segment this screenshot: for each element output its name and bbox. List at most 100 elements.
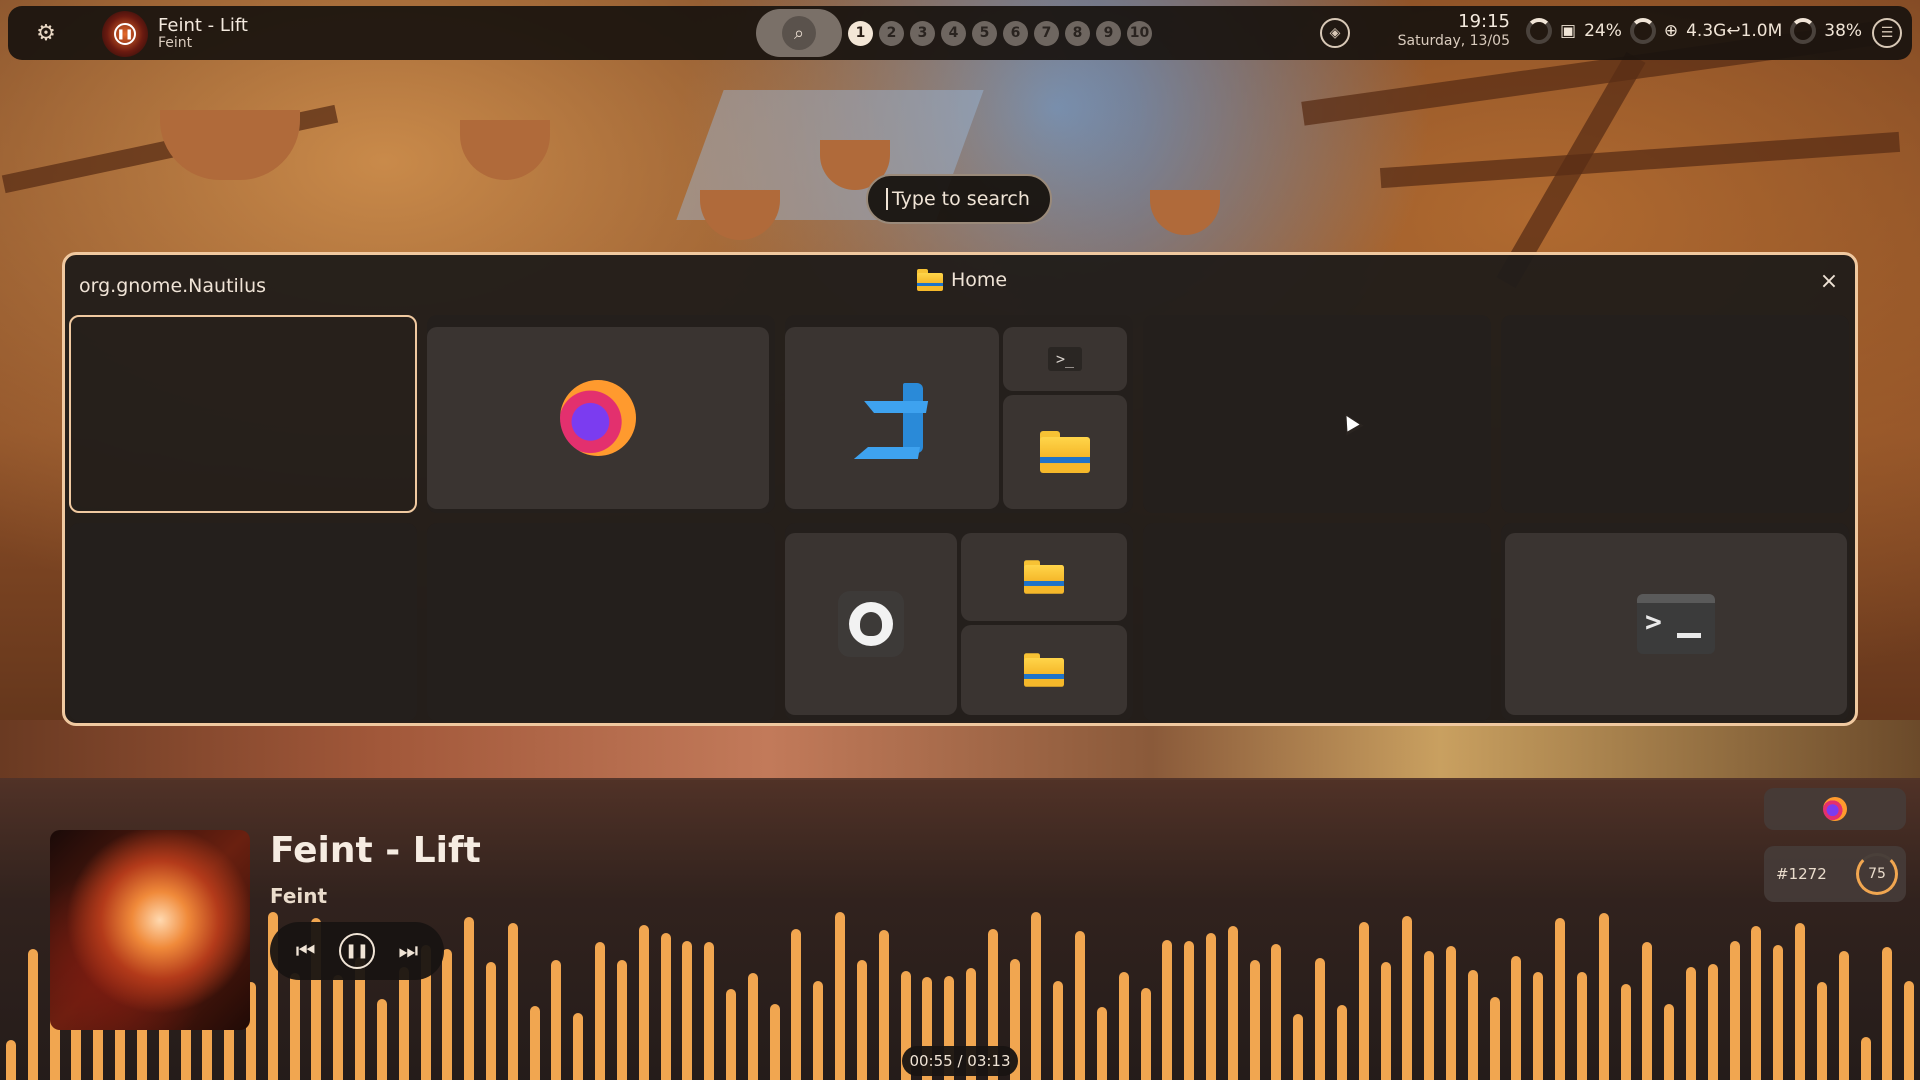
overview-button[interactable]: ⌕	[756, 9, 842, 57]
visualizer-bar	[464, 916, 475, 1080]
background-plant-pot	[700, 190, 780, 240]
visualizer-bar	[813, 981, 824, 1080]
visualizer-bar	[1118, 972, 1129, 1080]
bar-album-cover[interactable]: ❚❚	[102, 11, 148, 57]
vscode-window[interactable]	[785, 327, 999, 509]
visualizer-bar	[1904, 981, 1915, 1080]
bar-right-section: ◈ 19:15 Saturday, 13/05 ▣ 24% ⊕ 4.3G↩1.0…	[1312, 6, 1912, 60]
visualizer-bar	[27, 948, 38, 1080]
visualizer-bar	[616, 959, 627, 1080]
visualizer-bar	[1838, 950, 1849, 1080]
settings-gear-icon[interactable]: ⚙	[28, 15, 64, 51]
visualizer-bar	[1489, 996, 1500, 1080]
github-icon	[838, 591, 904, 657]
notification-widget[interactable]: #1272 75	[1764, 846, 1906, 902]
workspace-5[interactable]: 5	[972, 20, 997, 46]
workspace-9[interactable]: 9	[1096, 20, 1121, 46]
workspace-8[interactable]: 8	[1065, 20, 1090, 46]
files-window[interactable]	[1003, 395, 1127, 509]
workspace-7[interactable]: 7	[1034, 20, 1059, 46]
visualizer-bar	[1686, 966, 1696, 1080]
visualizer-bar	[1707, 964, 1718, 1080]
volume-value: 75	[1868, 866, 1886, 882]
workspace-9-preview[interactable]	[1143, 523, 1491, 721]
visualizer-bar	[1402, 916, 1413, 1080]
visualizer-bar	[1620, 983, 1631, 1080]
media-panel: Feint - Lift Feint ⏮ ❚❚ ⏭ 00:55 / 03:13 …	[0, 778, 1920, 1080]
media-title: Feint - Lift	[270, 830, 481, 871]
workspace-switcher: ⌕ 1 2 3 4 5 6 7 8 9 10	[756, 9, 1152, 57]
workspace-1-preview[interactable]	[69, 315, 417, 513]
workspace-6[interactable]: 6	[1003, 20, 1028, 46]
visualizer-bar	[769, 1004, 780, 1080]
terminal-window[interactable]: >_	[1003, 327, 1127, 391]
active-window-label: Home	[951, 269, 1008, 291]
workspace-2-preview[interactable]	[427, 315, 775, 513]
active-window-title: Home	[917, 269, 1007, 291]
visualizer-bar	[835, 911, 846, 1080]
firefox-window[interactable]	[427, 327, 769, 509]
workspace-10[interactable]: 10	[1127, 20, 1152, 46]
pause-button[interactable]: ❚❚	[338, 933, 375, 969]
bar-media-widget[interactable]: ❚❚ Feint - Lift Feint	[102, 11, 248, 57]
bar-media-title: Feint - Lift	[158, 15, 248, 37]
visualizer-bar	[486, 961, 496, 1080]
workspace-1[interactable]: 1	[848, 20, 873, 46]
visualizer-bar	[1533, 972, 1544, 1080]
workspace-6-preview[interactable]	[69, 523, 417, 721]
terminal-window[interactable]	[1505, 533, 1847, 715]
visualizer-bar	[1664, 1003, 1675, 1080]
pause-icon[interactable]: ❚❚	[114, 23, 136, 45]
memory-usage: 38%	[1824, 21, 1863, 41]
visualizer-bar	[1293, 1014, 1304, 1080]
system-resources[interactable]: ▣ 24% ⊕ 4.3G↩1.0M 38%	[1526, 18, 1862, 44]
visualizer-bar	[1053, 981, 1064, 1080]
visualizer-bar	[1642, 942, 1653, 1080]
visualizer-bar	[1446, 946, 1456, 1080]
search-input[interactable]: Type to search	[866, 174, 1052, 224]
workspace-10-preview[interactable]	[1501, 523, 1849, 721]
active-app-id: org.gnome.Nautilus	[79, 275, 267, 297]
folder-icon	[1024, 560, 1064, 594]
workspace-3[interactable]: 3	[910, 20, 935, 46]
visualizer-bar	[1249, 960, 1260, 1080]
background-garden	[0, 720, 1920, 780]
clock-time: 19:15	[1458, 11, 1510, 32]
previous-track-button[interactable]: ⏮	[288, 933, 324, 969]
workspace-3-preview[interactable]: >_	[785, 315, 1133, 513]
visualizer-bar	[442, 949, 453, 1080]
files-window[interactable]	[961, 625, 1127, 715]
volume-ring[interactable]: 75	[1856, 853, 1898, 895]
visualizer-bar	[878, 929, 889, 1080]
visualizer-bar	[1206, 932, 1216, 1080]
background-plant-pot	[460, 120, 550, 180]
visualizer-bar	[595, 942, 606, 1080]
visualizer-bar	[1729, 941, 1740, 1080]
next-track-button[interactable]: ⏭	[390, 933, 426, 969]
search-placeholder: Type to search	[892, 188, 1030, 210]
visualizer-bar	[289, 972, 300, 1080]
visualizer-bar	[1140, 987, 1151, 1080]
media-source-app[interactable]	[1764, 788, 1906, 830]
visualizer-bar	[1380, 962, 1391, 1080]
dock-toggle-icon[interactable]: ◈	[1320, 18, 1350, 48]
workspace-5-preview[interactable]	[1501, 315, 1849, 513]
sidebar-menu-icon[interactable]: ☰	[1872, 18, 1902, 48]
workspace-2[interactable]: 2	[879, 20, 904, 46]
top-bar: ⚙ ❚❚ Feint - Lift Feint ⌕ 1 2 3 4 5 6 7 …	[8, 6, 1912, 60]
files-window[interactable]	[961, 533, 1127, 621]
text-caret	[886, 188, 888, 210]
workspace-7-preview[interactable]	[427, 523, 775, 721]
clock[interactable]: 19:15 Saturday, 13/05	[1390, 11, 1510, 49]
visualizer-bar	[1184, 940, 1195, 1080]
workspace-4[interactable]: 4	[941, 20, 966, 46]
github-window[interactable]	[785, 533, 957, 715]
workspace-4-preview[interactable]	[1143, 315, 1491, 513]
search-icon: ⌕	[782, 16, 816, 50]
visualizer-bar	[1598, 912, 1609, 1080]
workspace-8-preview[interactable]	[785, 523, 1133, 721]
vscode-icon	[857, 383, 927, 453]
close-icon[interactable]: ×	[1815, 267, 1843, 295]
visualizer-bar	[1882, 946, 1893, 1080]
visualizer-bar	[791, 929, 802, 1080]
